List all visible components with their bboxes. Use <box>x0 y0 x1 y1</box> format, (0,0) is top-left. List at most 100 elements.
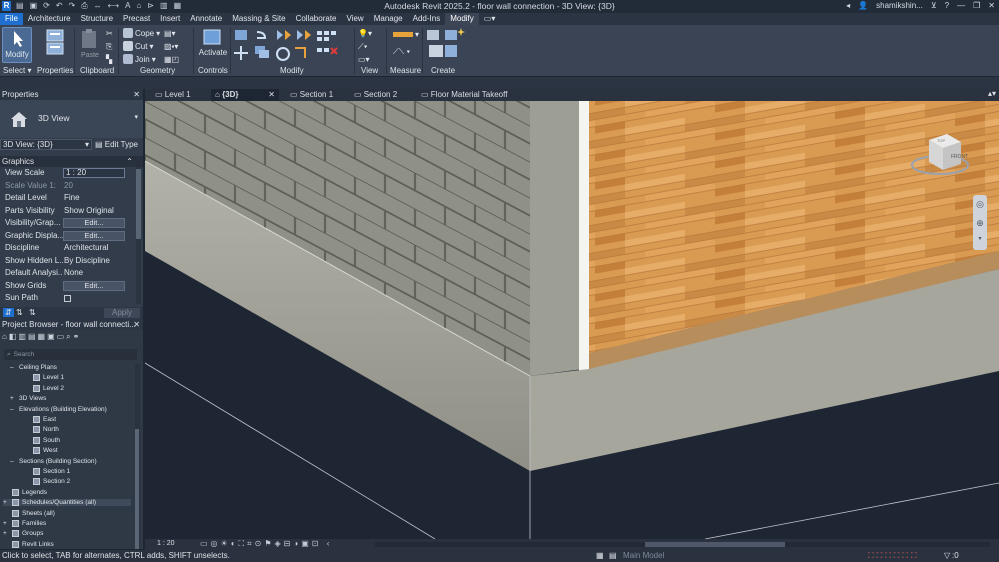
geom-tool-a-icon[interactable]: ▤▾ <box>164 29 176 38</box>
activate-button[interactable]: Activate <box>198 28 228 64</box>
browser-tool-icon[interactable]: ⌂◧▥▤▦▣▭⌕⚭ <box>2 332 81 341</box>
property-row[interactable]: Scale Value 1: 20 <box>0 180 140 193</box>
zoom-icon[interactable]: ⊕ <box>973 218 987 229</box>
view-tab[interactable]: ▭ Floor Material Takeoff <box>417 89 527 101</box>
browser-item[interactable]: Sheets (all) <box>3 509 55 517</box>
geom-tool-c-icon[interactable]: ▦◰ <box>164 55 179 64</box>
cart-icon[interactable]: ⊻ <box>931 1 937 10</box>
tab-structure[interactable]: Structure <box>76 13 118 25</box>
search-input[interactable]: ⌕ Search <box>4 349 137 360</box>
dimension-tool-icon[interactable]: ⟋⟍ ▾ <box>393 47 410 57</box>
filter-icon[interactable]: ▽ <box>944 550 950 562</box>
edit-type-button[interactable]: ▤ Edit Type <box>95 140 138 149</box>
property-value[interactable]: 1 : 20 <box>63 168 125 178</box>
tab-view[interactable]: View <box>342 13 369 25</box>
apply-button[interactable]: Apply <box>104 308 140 318</box>
property-row[interactable]: Detail Level Fine <box>0 192 140 205</box>
horizontal-scrollbar[interactable] <box>375 542 990 547</box>
properties-button[interactable] <box>45 28 67 56</box>
browser-item[interactable]: North <box>24 426 59 434</box>
tab-manage[interactable]: Manage <box>369 13 408 25</box>
linework-icon[interactable]: ⟋▾ <box>358 42 368 52</box>
close-icon[interactable]: ✕ <box>133 319 140 330</box>
browser-item[interactable]: – Sections (Building Section) <box>10 458 97 465</box>
viewcube[interactable]: FRONT TOP <box>909 130 971 180</box>
property-edit-button[interactable]: Edit... <box>63 280 125 291</box>
property-row[interactable]: Show Hidden L... By Discipline <box>0 255 140 268</box>
browser-item[interactable]: Level 2 <box>24 384 64 392</box>
restore-icon[interactable]: ❐ <box>973 1 980 10</box>
view-tab[interactable]: ▭ Section 2 <box>350 89 408 101</box>
worksets-icon[interactable]: ▤ <box>609 550 617 562</box>
expander-icon[interactable]: + <box>3 499 9 506</box>
tab-precast[interactable]: Precast <box>118 13 155 25</box>
block-wall-end[interactable] <box>530 101 583 376</box>
graphics-group-header[interactable]: Graphics ⌃ <box>0 156 143 167</box>
model-selector[interactable]: Main Model <box>623 550 664 562</box>
copy-clip-icon[interactable]: ⎘ <box>106 42 112 52</box>
cut-clip-icon[interactable]: ✂ <box>106 29 113 38</box>
property-row[interactable]: Graphic Displa... Edit... <box>0 230 140 243</box>
instance-selector[interactable]: 3D View: {3D} ▾ <box>0 139 92 150</box>
user-icon[interactable]: 👤 <box>858 1 868 10</box>
cut-geometry-button[interactable]: Cut ▾ <box>123 41 153 51</box>
property-row[interactable]: View Scale 1 : 20 <box>0 167 140 180</box>
property-row[interactable]: Sun Path <box>0 292 140 305</box>
help-icon[interactable]: ? <box>945 1 949 10</box>
tab-collaborate[interactable]: Collaborate <box>291 13 342 25</box>
tab-insert[interactable]: Insert <box>155 13 185 25</box>
property-edit-button[interactable]: Edit... <box>63 230 125 241</box>
modify-tools-icons[interactable] <box>233 28 353 64</box>
select-panel-label[interactable]: Select ▾ <box>3 66 31 75</box>
info-icon[interactable]: ◂ <box>846 1 850 10</box>
browser-item[interactable]: – Ceiling Plans <box>10 364 57 371</box>
expander-icon[interactable]: + <box>3 530 9 537</box>
property-row[interactable]: Discipline Architectural <box>0 242 140 255</box>
tab-add-ins[interactable]: Add-Ins <box>408 13 446 25</box>
minimize-icon[interactable]: — <box>957 1 965 10</box>
view-scale[interactable]: 1 : 20 <box>157 540 175 547</box>
match-props-icon[interactable]: ▚ <box>106 55 112 64</box>
browser-item[interactable]: South <box>24 436 60 444</box>
browser-item[interactable]: Level 1 <box>24 374 64 382</box>
view-control-icons[interactable]: ▭◎☀◐⛶⌗⊙⚑◈⊟◑▣⊡ ‹ <box>200 539 332 549</box>
geom-tool-b-icon[interactable]: ▨▪▾ <box>164 42 178 51</box>
props-sort2-icon[interactable]: ⇅ <box>29 308 36 317</box>
3d-viewport[interactable] <box>145 101 999 539</box>
browser-item[interactable]: Section 2 <box>24 478 70 486</box>
props-filter-icon[interactable]: ⇵ <box>3 308 14 317</box>
browser-item[interactable]: Legends <box>3 488 47 496</box>
create-tools-icons[interactable] <box>425 27 465 63</box>
browser-item[interactable]: Section 1 <box>24 468 70 475</box>
workset-icon[interactable]: ▦ <box>596 550 604 562</box>
browser-item[interactable]: West <box>24 447 58 455</box>
close-icon[interactable]: ✕ <box>133 89 140 100</box>
browser-item[interactable]: – Elevations (Building Elevation) <box>10 406 107 413</box>
property-edit-button[interactable]: Edit... <box>63 218 125 228</box>
property-row[interactable]: Default Analysi... None <box>0 267 140 280</box>
join-button[interactable]: Join ▾ <box>123 54 156 64</box>
tab-menu-icon[interactable]: ▴▾ <box>988 89 996 98</box>
measure-tool-icon[interactable]: ▾ <box>393 30 419 39</box>
tab-massing-site[interactable]: Massing & Site <box>227 13 290 25</box>
property-row[interactable]: Show Grids Edit... <box>0 280 140 293</box>
selection-tools-icons[interactable]: ⛶⛶⛶⛶⛶⛶ <box>868 550 920 562</box>
tab-modify[interactable]: Modify <box>445 13 479 25</box>
sun-path-checkbox[interactable] <box>64 295 71 302</box>
browser-item[interactable]: + Groups <box>3 530 43 538</box>
close-icon[interactable]: ✕ <box>988 1 995 10</box>
tab-file[interactable]: File <box>0 13 23 25</box>
steering-wheel-icon[interactable]: ◎ <box>973 199 987 210</box>
expander-icon[interactable]: – <box>10 458 16 465</box>
properties-scrollbar[interactable] <box>136 167 141 304</box>
browser-item[interactable]: + Families <box>3 520 46 527</box>
cope-button[interactable]: Cope ▾ <box>123 28 160 38</box>
type-selector[interactable]: 3D View ▾ <box>0 100 143 138</box>
expander-icon[interactable]: + <box>3 520 9 527</box>
view-tab[interactable]: ▭ Section 1 <box>286 89 344 101</box>
ribbon-options-icon[interactable]: ▭▾ <box>479 13 501 25</box>
modify-tool-button[interactable]: Modify <box>2 27 32 63</box>
tab-annotate[interactable]: Annotate <box>185 13 227 25</box>
paste-button[interactable]: Paste <box>80 28 100 64</box>
view-tool-icon[interactable]: ▭▾ <box>358 55 370 64</box>
